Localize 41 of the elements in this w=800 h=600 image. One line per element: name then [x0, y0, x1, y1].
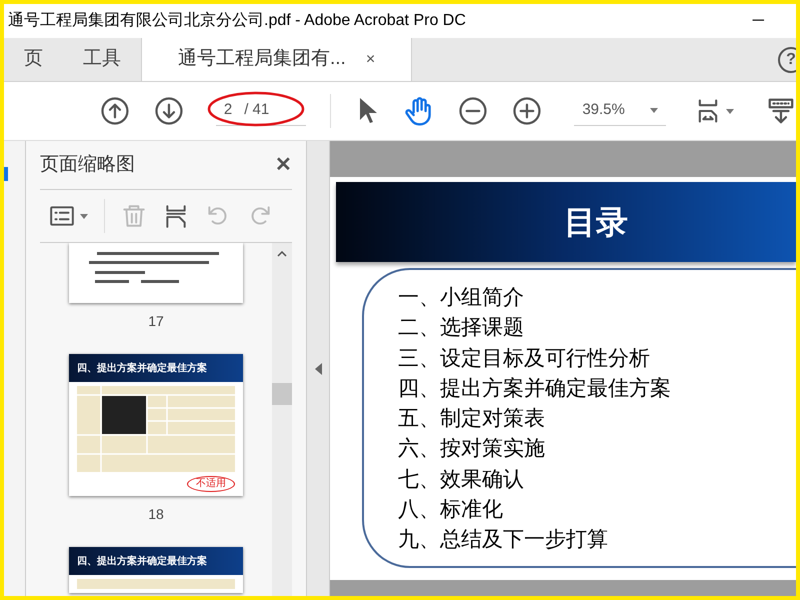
window-title: 通号工程局集团有限公司北京分公司.pdf - Adobe Acrobat Pro DC [8, 10, 466, 31]
tab[interactable]: 页 [4, 38, 63, 81]
panel-title: 页面缩略图 [40, 152, 135, 177]
collapse-arrow-icon[interactable] [314, 362, 322, 374]
stamp: 不适用 [187, 476, 235, 492]
contents-item: 一、小组简介 [398, 284, 525, 311]
slide-title: 四、提出方案并确定最佳方案 [69, 547, 243, 575]
contents-item: 二、选择课题 [398, 314, 525, 342]
help-button[interactable]: ? [778, 46, 796, 72]
contents-item: 六、按对策实施 [398, 435, 546, 462]
caret-icon [650, 108, 658, 113]
contents-item: 三、设定目标及可行性分析 [398, 344, 651, 372]
minimize-button[interactable]: ─ [752, 9, 764, 33]
contents-item: 四、提出方案并确定最佳方案 [398, 374, 672, 402]
page-number: 18 [148, 505, 164, 524]
arrow-up-circle-icon[interactable] [100, 96, 130, 126]
contents-item: 九、总结及下一步打算 [398, 526, 609, 554]
caret-icon [726, 108, 734, 114]
page-number: 17 [148, 312, 164, 331]
arrow-down-circle-icon[interactable] [154, 96, 184, 126]
page-thumbnail[interactable]: 四、提出方案并确定最佳方案 不适用 [69, 354, 243, 496]
zoom-dropdown[interactable]: 39.5% [574, 96, 666, 126]
caret-icon[interactable] [80, 214, 88, 218]
page-thumbnail[interactable] [69, 243, 243, 303]
page-number-field[interactable]: 2 [216, 99, 232, 122]
zoom-in-icon[interactable] [512, 96, 542, 126]
close-tab-button[interactable]: × [366, 48, 376, 72]
scrollbar-thumb[interactable] [272, 383, 292, 405]
tab[interactable]: 工具 [63, 38, 141, 81]
tab[interactable]: 通号工程局集团有... × [141, 38, 412, 81]
page-thumbnail[interactable]: 四、提出方案并确定最佳方案 [69, 547, 243, 593]
scrollbar[interactable] [272, 243, 292, 596]
contents-item: 五、制定对策表 [398, 405, 546, 432]
zoom-out-icon[interactable] [458, 96, 488, 126]
contents-item: 八、标准化 [398, 496, 504, 524]
chevron-up-icon[interactable] [277, 251, 287, 257]
contents-item: 七、效果确认 [398, 466, 525, 493]
close-button[interactable]: ✕ [275, 150, 292, 180]
slide-title: 四、提出方案并确定最佳方案 [69, 354, 243, 382]
page-count: / 41 [244, 100, 270, 120]
slide-title: 目录 [564, 203, 628, 242]
